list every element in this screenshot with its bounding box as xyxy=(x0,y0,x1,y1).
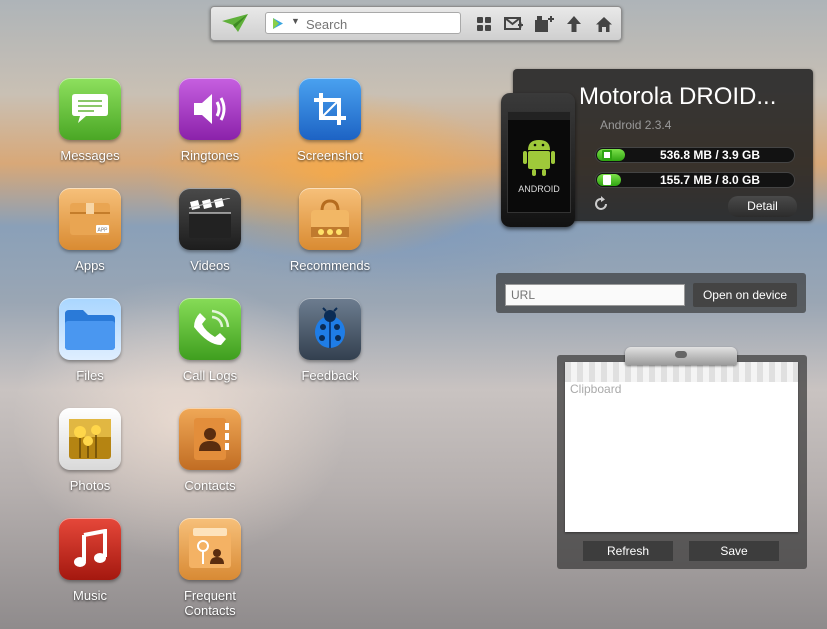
music-note-icon[interactable] xyxy=(59,518,121,580)
shopping-bag-icon[interactable] xyxy=(299,188,361,250)
device-name: Motorola DROID... xyxy=(579,83,777,110)
app-label: Contacts xyxy=(184,478,236,493)
refresh-icon[interactable] xyxy=(593,196,609,216)
app-label: Apps xyxy=(75,258,105,273)
app-label: Call Logs xyxy=(182,368,238,383)
phone-screen: ANDROID xyxy=(507,111,571,213)
app-apps[interactable]: APP Apps xyxy=(35,188,145,273)
app-contacts[interactable]: Contacts xyxy=(155,408,265,493)
search-input[interactable] xyxy=(304,14,458,34)
app-label: Messages xyxy=(60,148,120,163)
clapperboard-icon[interactable] xyxy=(179,188,241,250)
messages-icon[interactable] xyxy=(59,78,121,140)
ladybug-icon[interactable] xyxy=(299,298,361,360)
paper-torn-edge xyxy=(565,362,798,382)
app-messages[interactable]: Messages xyxy=(35,78,145,163)
contacts-book-icon[interactable] xyxy=(179,408,241,470)
app-call-logs[interactable]: Call Logs xyxy=(155,298,265,383)
phone-logo-text: ANDROID xyxy=(518,184,560,194)
phone-storage-bar: 536.8 MB / 3.9 GB xyxy=(595,147,795,163)
android-robot-icon: ANDROID xyxy=(508,112,570,194)
app-recommends[interactable]: Recommends xyxy=(275,188,385,273)
app-label: Videos xyxy=(190,258,230,273)
clipboard-panel: Clipboard Refresh Save xyxy=(557,347,807,569)
chevron-down-icon[interactable]: ▼ xyxy=(291,16,300,26)
grid-icon[interactable] xyxy=(473,13,495,35)
app-screenshot[interactable]: Screenshot xyxy=(275,78,385,163)
sd-storage-bar: 155.7 MB / 8.0 GB xyxy=(595,172,795,188)
clipboard-textarea[interactable]: Clipboard xyxy=(565,362,798,532)
folder-icon[interactable] xyxy=(59,298,121,360)
app-label: Screenshot xyxy=(297,148,363,163)
app-feedback[interactable]: Feedback xyxy=(275,298,385,383)
compose-message-icon[interactable] xyxy=(503,13,525,35)
save-button[interactable]: Save xyxy=(689,541,779,561)
url-input[interactable] xyxy=(505,284,685,306)
detail-button[interactable]: Detail xyxy=(728,196,797,217)
app-music[interactable]: Music xyxy=(35,518,145,603)
android-version: Android 2.3.4 xyxy=(600,118,672,132)
svg-text:APP: APP xyxy=(97,228,108,234)
clipboard-placeholder: Clipboard xyxy=(570,382,622,396)
open-on-device-button[interactable]: Open on device xyxy=(693,283,797,307)
app-files[interactable]: Files xyxy=(35,298,145,383)
play-store-icon[interactable] xyxy=(272,17,284,30)
upload-icon[interactable] xyxy=(563,13,585,35)
url-panel: Open on device xyxy=(496,273,806,313)
phone-image: ANDROID xyxy=(501,93,575,227)
refresh-button[interactable]: Refresh xyxy=(583,541,673,561)
clipboard-clip-icon xyxy=(625,347,737,365)
app-label: Frequent Contacts xyxy=(155,588,265,618)
top-toolbar: ▼ xyxy=(210,6,622,41)
storage-text: 155.7 MB / 8.0 GB xyxy=(659,173,761,187)
app-ringtones[interactable]: Ringtones xyxy=(155,78,265,163)
app-label: Music xyxy=(73,588,107,603)
add-app-icon[interactable] xyxy=(533,13,555,35)
search-box[interactable]: ▼ xyxy=(265,12,461,34)
app-photos[interactable]: Photos xyxy=(35,408,145,493)
home-icon[interactable] xyxy=(593,13,615,35)
device-panel: ANDROID Motorola DROID... Android 2.3.4 … xyxy=(501,69,813,227)
app-label-line2: Contacts xyxy=(184,603,236,618)
airdroid-logo-icon[interactable] xyxy=(221,12,249,34)
app-label-line1: Frequent xyxy=(183,588,237,603)
app-label: Photos xyxy=(69,478,111,493)
app-box-icon[interactable]: APP xyxy=(59,188,121,250)
frequent-contacts-icon[interactable] xyxy=(179,518,241,580)
app-label: Feedback xyxy=(301,368,359,383)
app-label: Recommends xyxy=(289,258,371,273)
app-label: Files xyxy=(76,368,104,383)
app-videos[interactable]: Videos xyxy=(155,188,265,273)
photo-icon[interactable] xyxy=(59,408,121,470)
crop-icon[interactable] xyxy=(299,78,361,140)
phone-icon[interactable] xyxy=(179,298,241,360)
storage-text: 536.8 MB / 3.9 GB xyxy=(659,148,761,162)
app-frequent-contacts[interactable]: Frequent Contacts xyxy=(155,518,265,618)
app-label: Ringtones xyxy=(180,148,240,163)
speaker-icon[interactable] xyxy=(179,78,241,140)
